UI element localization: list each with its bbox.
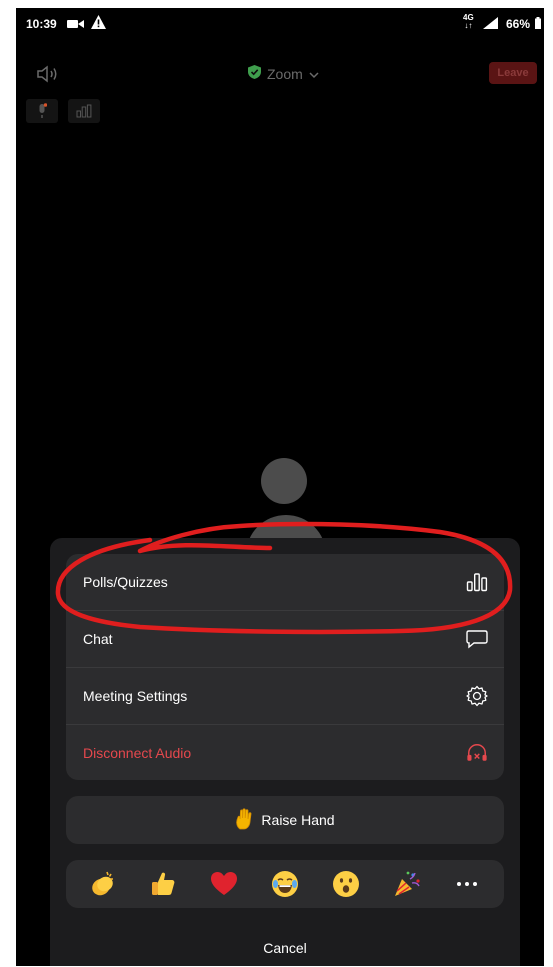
clap-reaction-icon[interactable]: [84, 866, 120, 902]
phone-screen: 10:39 4G ↓↑ 66% Zoom Leave Polls/Quizzes…: [16, 8, 544, 966]
poll-icon: [466, 571, 488, 593]
raise-hand-button[interactable]: Raise Hand: [66, 796, 504, 844]
party-popper-reaction-icon[interactable]: [389, 866, 425, 902]
cancel-button[interactable]: Cancel: [66, 924, 504, 966]
raise-hand-label: Raise Hand: [261, 812, 335, 828]
surprised-reaction-icon[interactable]: [328, 866, 364, 902]
meeting-settings-item[interactable]: Meeting Settings: [66, 668, 504, 725]
more-options-sheet: Polls/Quizzes Chat Meeting Settings Disc…: [50, 538, 520, 966]
chevron-down-icon: [309, 66, 319, 82]
disconnect-audio-item[interactable]: Disconnect Audio: [66, 725, 504, 780]
mic-muted-icon: [26, 99, 58, 123]
meeting-settings-label: Meeting Settings: [83, 688, 188, 704]
battery-icon: [535, 17, 541, 32]
network-type: 4G ↓↑: [463, 13, 474, 30]
menu-list: Polls/Quizzes Chat Meeting Settings Disc…: [66, 554, 504, 780]
poll-indicator-icon: [68, 99, 100, 123]
participant-avatar-head: [261, 458, 307, 504]
leave-button[interactable]: Leave: [489, 62, 537, 84]
joy-reaction-icon[interactable]: [267, 866, 303, 902]
chat-item[interactable]: Chat: [66, 611, 504, 668]
heart-reaction-icon[interactable]: [206, 866, 242, 902]
meeting-title[interactable]: Zoom: [248, 65, 319, 82]
thumbs-up-reaction-icon[interactable]: [145, 866, 181, 902]
more-reactions-icon[interactable]: [449, 866, 485, 902]
raised-hand-icon: [235, 807, 255, 833]
polls-quizzes-label: Polls/Quizzes: [83, 574, 168, 590]
disconnect-audio-label: Disconnect Audio: [83, 745, 192, 761]
chat-icon: [466, 628, 488, 650]
headphones-off-icon: [466, 742, 488, 764]
chat-label: Chat: [83, 631, 113, 647]
reactions-bar: [66, 860, 504, 908]
meeting-title-label: Zoom: [267, 65, 303, 82]
warning-icon: [91, 15, 106, 32]
battery-percentage: 66%: [506, 17, 531, 31]
video-camera-icon: [67, 18, 84, 32]
speaker-icon[interactable]: [36, 64, 62, 89]
shield-check-icon: [248, 65, 261, 82]
signal-icon: [483, 17, 498, 32]
gear-icon: [466, 685, 488, 707]
status-time: 10:39: [26, 17, 57, 31]
status-bar: 10:39 4G ↓↑ 66%: [16, 8, 544, 38]
polls-quizzes-item[interactable]: Polls/Quizzes: [66, 554, 504, 611]
